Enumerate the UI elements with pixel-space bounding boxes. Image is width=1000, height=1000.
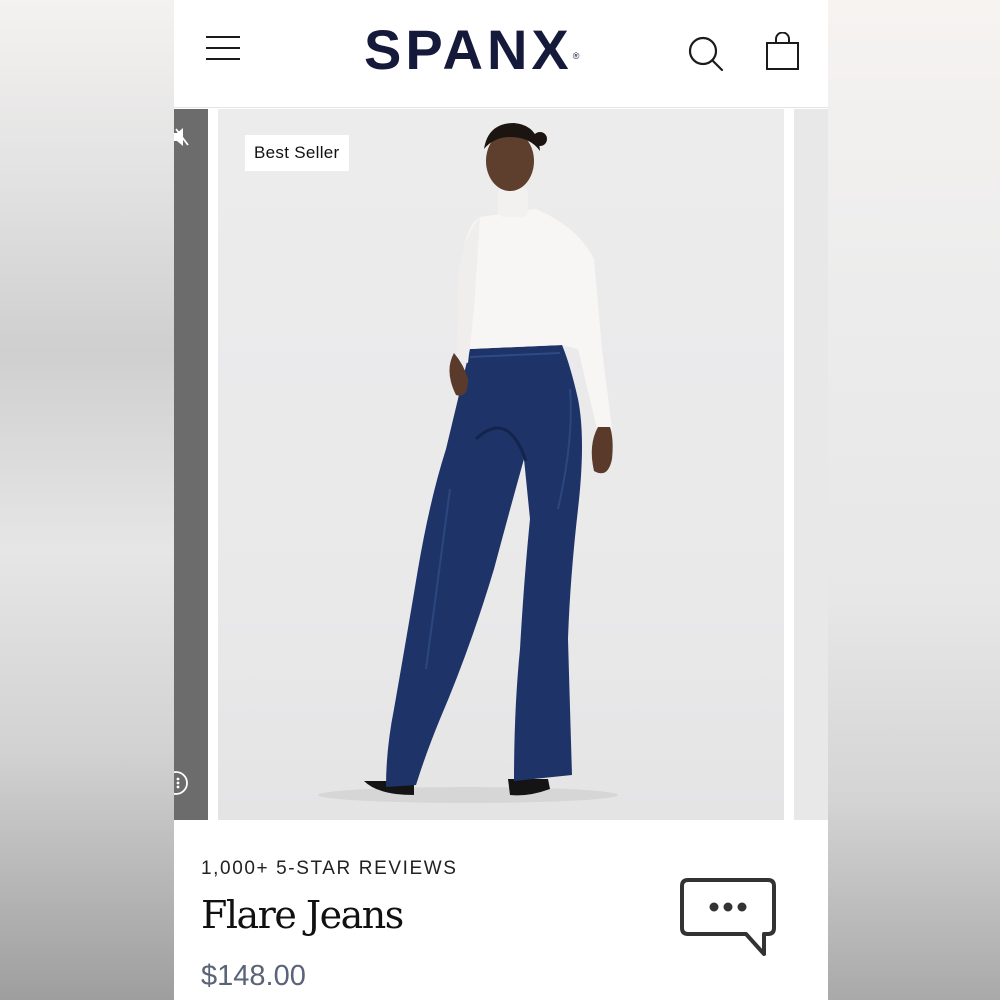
shopping-bag-icon	[766, 31, 799, 70]
menu-button[interactable]	[204, 34, 242, 64]
site-header: SPANX®	[174, 0, 828, 108]
blurred-backdrop-left	[0, 0, 174, 1000]
more-options-icon[interactable]	[174, 769, 188, 797]
current-slide[interactable]: Best Seller	[218, 109, 784, 820]
mobile-page: SPANX® Best Seller 1,000+ 5-STAR REVIEWS…	[174, 0, 828, 1000]
review-count[interactable]: 1,000+ 5-STAR REVIEWS	[201, 858, 458, 880]
product-info: 1,000+ 5-STAR REVIEWS Flare Jeans $148.0…	[174, 820, 828, 1000]
search-button[interactable]	[686, 34, 726, 74]
registered-mark: ®	[572, 51, 580, 61]
product-image-carousel[interactable]: Best Seller	[174, 109, 828, 820]
best-seller-badge: Best Seller	[245, 135, 349, 171]
hamburger-menu-icon	[206, 36, 240, 38]
chat-button[interactable]	[678, 876, 778, 960]
brand-name: SPANX	[364, 18, 573, 81]
cart-button[interactable]	[764, 31, 802, 72]
product-title: Flare Jeans	[201, 893, 404, 937]
previous-slide[interactable]	[174, 109, 208, 820]
brand-logo[interactable]: SPANX®	[364, 18, 634, 82]
blurred-backdrop-right	[828, 0, 1000, 1000]
chat-bubble-icon	[680, 878, 776, 956]
next-slide[interactable]	[794, 109, 828, 820]
product-model-photo	[318, 123, 618, 803]
muted-speaker-icon[interactable]	[174, 125, 190, 149]
product-price: $148.00	[201, 960, 306, 992]
search-icon	[688, 36, 724, 72]
